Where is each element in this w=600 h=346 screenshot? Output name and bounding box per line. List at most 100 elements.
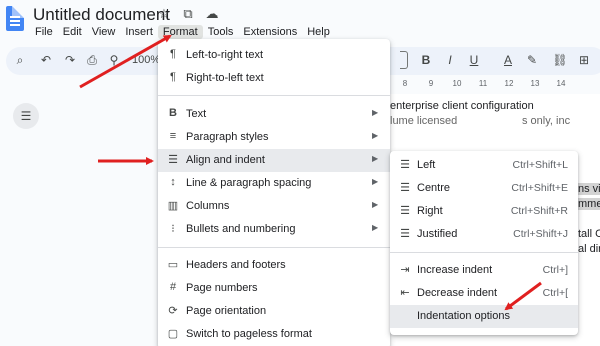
doc-text-line: s only, inc — [522, 115, 571, 127]
menu-item-line-spacing[interactable]: ↕ Line & paragraph spacing ▶ — [158, 172, 390, 195]
undo-icon[interactable]: ↶ — [38, 53, 54, 67]
decrease-indent-icon: ⇤ — [400, 287, 410, 299]
menu-item-align-and-indent[interactable]: ☰ Align and indent ▶ — [158, 149, 390, 172]
star-icon[interactable]: ☆ — [156, 6, 172, 22]
shortcut-label: Ctrl+Shift+L — [512, 159, 568, 171]
print-icon[interactable]: ⎙ — [84, 53, 100, 68]
pageless-icon: ▢ — [167, 328, 179, 340]
search-menus-icon[interactable]: ⌕ — [12, 53, 28, 68]
submenu-arrow-icon: ▶ — [372, 177, 379, 186]
ruler-number: 14 — [556, 79, 566, 88]
menu-item-columns[interactable]: ▥ Columns ▶ — [158, 195, 390, 218]
text-color-icon[interactable]: A — [500, 53, 516, 67]
menu-divider — [158, 95, 390, 96]
document-title[interactable]: Untitled document — [33, 5, 170, 25]
shortcut-label: Ctrl+] — [542, 264, 568, 276]
align-right-icon: ☰ — [400, 205, 410, 217]
menu-item-page-numbers[interactable]: # Page numbers — [158, 277, 390, 300]
menu-item-label: Headers and footers — [186, 259, 286, 271]
menu-item-right-to-left-text[interactable]: ¶ Right-to-left text — [158, 67, 390, 90]
menu-item-label: Line & paragraph spacing — [186, 177, 312, 189]
menu-item-paragraph-styles[interactable]: ≡ Paragraph styles ▶ — [158, 126, 390, 149]
menu-view[interactable]: View — [87, 25, 121, 39]
insert-link-icon[interactable]: ⛓ — [552, 53, 568, 67]
pilcrow-rtl-icon: ¶ — [170, 71, 176, 83]
menu-item-headers-and-footers[interactable]: ▭ Headers and footers — [158, 254, 390, 277]
shortcut-label: Ctrl+[ — [542, 287, 568, 299]
menu-item-label: Page orientation — [186, 305, 267, 317]
insert-comment-icon[interactable]: ⊞ — [576, 53, 592, 67]
menu-format[interactable]: Format — [157, 25, 203, 39]
bold-icon: B — [169, 107, 177, 119]
columns-icon: ▥ — [167, 200, 179, 212]
submenu-item-label: Decrease indent — [417, 287, 498, 299]
redo-icon[interactable]: ↷ — [62, 53, 78, 67]
ruler-number: 9 — [428, 79, 434, 88]
ruler-number: 8 — [402, 79, 408, 88]
shortcut-label: Ctrl+Shift+J — [513, 228, 568, 240]
shortcut-label: Ctrl+Shift+R — [510, 205, 568, 217]
menu-extensions[interactable]: Extensions — [238, 25, 302, 39]
pilcrow-ltr-icon: ¶ — [170, 48, 176, 60]
format-menu: ¶ Left-to-right text ¶ Right-to-left tex… — [158, 39, 390, 346]
submenu-item-indentation-options[interactable]: Indentation options — [390, 305, 578, 328]
menu-item-bullets-and-numbering[interactable]: ⁝ Bullets and numbering ▶ — [158, 218, 390, 241]
shortcut-label: Ctrl+Shift+E — [511, 182, 568, 194]
submenu-divider — [390, 252, 578, 253]
hash-icon: # — [169, 281, 177, 293]
submenu-arrow-icon: ▶ — [372, 200, 379, 209]
paint-format-icon[interactable]: ⚲ — [106, 53, 122, 67]
submenu-item-align-right[interactable]: ☰ Right Ctrl+Shift+R — [390, 200, 578, 223]
align-left-icon: ☰ — [400, 159, 410, 171]
menu-insert[interactable]: Insert — [120, 25, 158, 39]
doc-text-line: enterprise client configuration — [390, 100, 534, 112]
menu-item-switch-to-pageless[interactable]: ▢ Switch to pageless format — [158, 323, 390, 346]
highlight-color-icon[interactable]: ✎ — [524, 53, 540, 67]
increase-indent-icon: ⇥ — [400, 264, 410, 276]
submenu-item-label: Increase indent — [417, 264, 493, 276]
doc-text-line: lume licensed — [390, 115, 458, 127]
bold-icon[interactable]: B — [418, 53, 434, 67]
menu-item-label: Align and indent — [186, 154, 265, 166]
doc-text-line: ns vis — [578, 183, 600, 195]
docs-logo-icon[interactable] — [6, 6, 24, 31]
menu-item-label: Page numbers — [186, 282, 258, 294]
submenu-item-decrease-indent[interactable]: ⇤ Decrease indent Ctrl+[ — [390, 282, 578, 305]
italic-icon[interactable]: I — [442, 53, 458, 67]
ruler-number: 10 — [452, 79, 462, 88]
submenu-item-label: Right — [417, 205, 443, 217]
menu-edit[interactable]: Edit — [58, 25, 87, 39]
zoom-select[interactable]: 100% — [132, 54, 160, 66]
menu-file[interactable]: File — [30, 25, 58, 39]
menu-divider — [158, 247, 390, 248]
underline-icon[interactable]: U — [466, 53, 482, 67]
submenu-item-justified[interactable]: ☰ Justified Ctrl+Shift+J — [390, 223, 578, 246]
menu-tools[interactable]: Tools — [203, 25, 239, 39]
page-orientation-icon: ⟳ — [168, 305, 178, 317]
font-size-field[interactable] — [400, 51, 408, 69]
submenu-item-align-centre[interactable]: ☰ Centre Ctrl+Shift+E — [390, 177, 578, 200]
menu-item-label: Right-to-left text — [186, 72, 264, 84]
menu-item-page-orientation[interactable]: ⟳ Page orientation — [158, 300, 390, 323]
menu-item-left-to-right-text[interactable]: ¶ Left-to-right text — [158, 44, 390, 67]
ruler-numbers: 8 9 10 11 12 13 14 — [397, 79, 569, 88]
submenu-item-increase-indent[interactable]: ⇥ Increase indent Ctrl+] — [390, 259, 578, 282]
menu-item-label: Text — [186, 108, 207, 120]
menu-help[interactable]: Help — [302, 25, 335, 39]
paragraph-styles-icon: ≡ — [169, 130, 177, 142]
menu-item-text[interactable]: B Text ▶ — [158, 103, 390, 126]
cloud-status-icon[interactable]: ☁ — [204, 6, 220, 22]
justify-icon: ☰ — [400, 228, 410, 240]
document-outline-icon[interactable]: ☰ — [13, 103, 39, 129]
headers-footers-icon: ▭ — [167, 259, 179, 271]
menu-item-label: Paragraph styles — [186, 131, 269, 143]
submenu-item-label: Indentation options — [417, 310, 510, 322]
submenu-item-align-left[interactable]: ☰ Left Ctrl+Shift+L — [390, 154, 578, 177]
submenu-arrow-icon: ▶ — [372, 223, 379, 232]
move-folder-icon[interactable]: ⧉ — [180, 6, 196, 22]
ruler-number: 13 — [530, 79, 540, 88]
menu-item-label: Switch to pageless format — [186, 328, 312, 340]
menu-item-label: Left-to-right text — [186, 49, 264, 61]
menu-bar: File Edit View Insert Format Tools Exten… — [30, 25, 335, 39]
align-center-icon: ☰ — [400, 182, 410, 194]
